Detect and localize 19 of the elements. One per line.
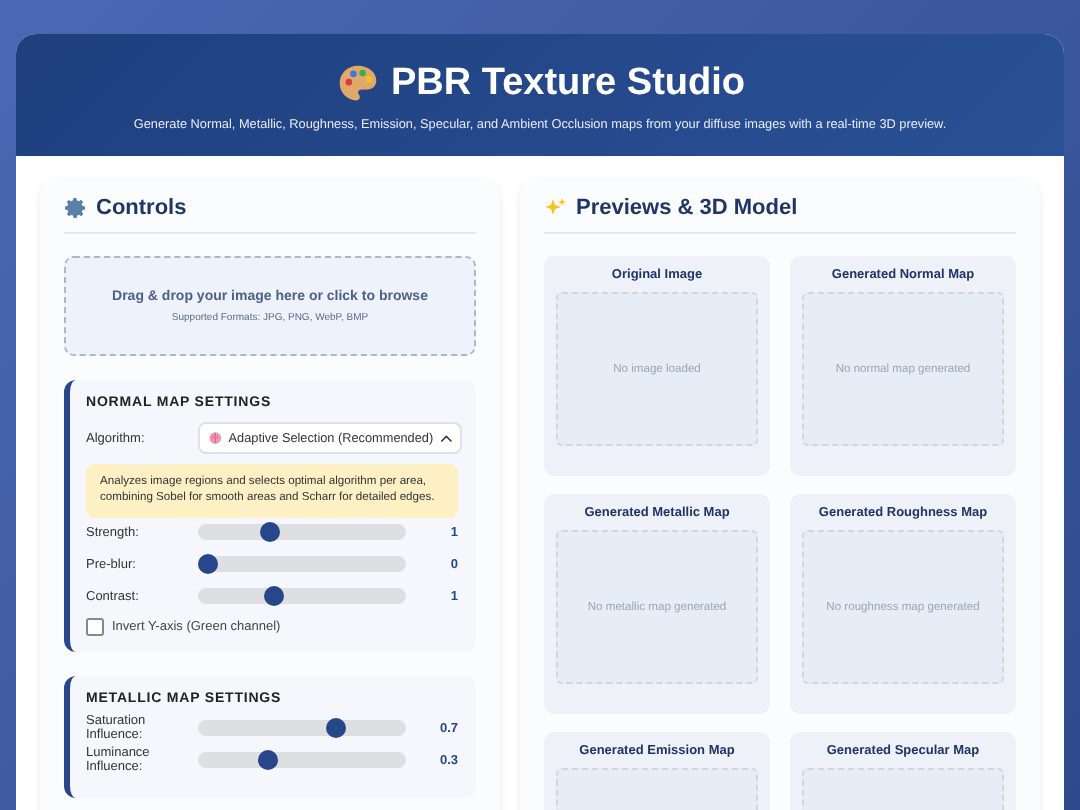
checkbox[interactable] — [86, 617, 104, 636]
app-title: PBR Texture Studio — [391, 62, 745, 106]
slider-thumb[interactable] — [260, 522, 281, 543]
slider-thumb[interactable] — [263, 586, 284, 607]
slider-track[interactable] — [198, 752, 406, 769]
panel-heading: Previews & 3D Model — [576, 196, 798, 220]
brain-icon — [208, 430, 223, 446]
palette-icon — [335, 62, 379, 106]
caret-icon — [439, 433, 452, 443]
slider-track[interactable] — [198, 524, 406, 541]
slider-track[interactable] — [198, 588, 406, 605]
gear-icon — [64, 196, 88, 220]
slider-thumb[interactable] — [198, 554, 218, 575]
sparkle-icon — [544, 196, 568, 220]
slider-thumb[interactable] — [258, 750, 279, 771]
slider-track[interactable] — [198, 556, 406, 573]
slider-track[interactable] — [198, 720, 406, 737]
panel-heading: Controls — [96, 196, 187, 220]
slider-thumb[interactable] — [325, 718, 346, 739]
